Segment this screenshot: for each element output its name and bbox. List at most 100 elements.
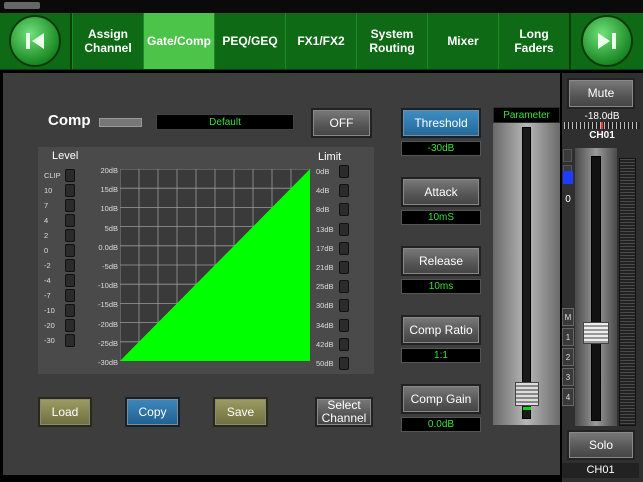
- graph-y-tick-label: -30dB: [97, 358, 118, 367]
- preset-name-field[interactable]: Default: [156, 114, 294, 130]
- tab-long-faders[interactable]: Long Faders: [498, 13, 570, 69]
- mute-button[interactable]: Mute: [567, 78, 635, 109]
- limit-meter-segment: [339, 203, 349, 217]
- tab-mixer[interactable]: Mixer: [427, 13, 499, 69]
- level-scale-label: -20: [44, 321, 55, 330]
- limit-scale-label: 34dB: [316, 320, 334, 330]
- limit-scale-label: 25dB: [316, 282, 334, 292]
- comp-gain-value: 0.0dB: [401, 417, 481, 432]
- graph-y-tick-label: 10dB: [100, 204, 118, 214]
- skip-forward-icon: [581, 15, 633, 67]
- limit-scale-label: 4dB: [316, 186, 330, 196]
- pan-marker: [601, 122, 603, 129]
- channel-footer-label: CH01: [562, 463, 639, 478]
- graph-y-tick-label: -5dB: [102, 262, 118, 271]
- graph-y-axis: 20dB 15dB 10dB 5dB 0.0dB -5dB -10dB -15dB -20dB -…: [74, 147, 120, 374]
- limit-meter-segment: [339, 337, 349, 351]
- parameter-label: Parameter: [493, 107, 560, 123]
- indicator-1: [563, 149, 572, 162]
- limit-meter-segment: [339, 184, 349, 198]
- level-scale-label: CLIP: [44, 171, 61, 180]
- limit-meter-segment: [339, 241, 349, 255]
- load-button[interactable]: Load: [38, 397, 92, 427]
- limit-scale-label: 42dB: [316, 339, 334, 349]
- graph-y-tick-label: -20dB: [97, 319, 118, 329]
- level-scale-label: -10: [44, 306, 55, 315]
- skip-back-icon: [9, 15, 61, 67]
- graph-y-tick-label: -25dB: [97, 338, 118, 348]
- channel-fader-knob[interactable]: [583, 322, 609, 344]
- parameter-fader-indicator: [523, 407, 531, 410]
- threshold-button[interactable]: Threshold: [401, 108, 481, 138]
- tab-peq-geq[interactable]: PEQ/GEQ: [214, 13, 286, 69]
- group-buttons: M 1 2 3 4: [562, 308, 575, 406]
- tab-fx1-fx2[interactable]: FX1/FX2: [285, 13, 357, 69]
- graph-y-tick-label: 20dB: [100, 166, 118, 175]
- level-scale-label: 10: [44, 186, 53, 195]
- limit-meter-segment: [339, 261, 349, 274]
- level-scale-label: 2: [44, 231, 49, 240]
- top-navigation: Assign Channel Gate/Comp PEQ/GEQ FX1/FX2…: [0, 13, 643, 70]
- channel-fader-track: [591, 156, 601, 421]
- graph-y-tick-label: -15dB: [97, 300, 118, 310]
- solo-button[interactable]: Solo: [567, 430, 635, 460]
- limit-scale-label: 13dB: [316, 224, 334, 234]
- tab-system-routing[interactable]: System Routing: [356, 13, 428, 69]
- channel-level-readout: -18.0dB: [584, 111, 620, 122]
- comp-gain-button[interactable]: Comp Gain: [401, 384, 481, 414]
- status-strip: [0, 0, 643, 13]
- level-scale-label: 4: [44, 216, 49, 225]
- pan-scale: [564, 122, 640, 129]
- graph-y-tick-label: 0.0dB: [98, 242, 118, 252]
- release-value: 10ms: [401, 279, 481, 294]
- pan-zero-label: 0: [565, 194, 571, 205]
- release-button[interactable]: Release: [401, 246, 481, 276]
- comp-title: Comp: [48, 112, 91, 129]
- attack-button[interactable]: Attack: [401, 177, 481, 207]
- select-channel-button[interactable]: Select Channel: [315, 397, 373, 427]
- limit-scale-label: 50dB: [316, 359, 334, 368]
- limit-meter-segment: [339, 165, 349, 178]
- prev-page-button[interactable]: [0, 13, 70, 69]
- group-button-3[interactable]: 3: [562, 368, 574, 386]
- graph-y-tick-label: 5dB: [104, 223, 118, 233]
- limit-scale-label: 0dB: [316, 167, 330, 176]
- limit-meter: 0dB 4dB 8dB 13dB 17dB 21dB 25dB 30dB 34dB 42dB 50d…: [310, 147, 372, 374]
- limit-meter-segment: [339, 357, 349, 370]
- group-button-4[interactable]: 4: [562, 388, 574, 406]
- selected-indicator: [563, 171, 573, 184]
- limit-scale-label: 21dB: [316, 263, 334, 272]
- save-button[interactable]: Save: [213, 397, 268, 427]
- level-scale-label: -2: [44, 261, 51, 270]
- threshold-value: -30dB: [401, 141, 481, 156]
- channel-meter: [619, 158, 636, 426]
- tab-gate-comp[interactable]: Gate/Comp: [143, 13, 215, 69]
- limit-scale-label: 30dB: [316, 301, 334, 311]
- copy-button[interactable]: Copy: [125, 397, 180, 427]
- graph-y-tick-label: -10dB: [97, 281, 118, 291]
- limit-scale-label: 17dB: [316, 243, 334, 253]
- level-scale-label: -30: [44, 336, 55, 345]
- parameter-fader-track: [522, 127, 531, 419]
- graph-y-tick-label: 15dB: [100, 185, 118, 195]
- group-button-2[interactable]: 2: [562, 348, 574, 366]
- group-button-M[interactable]: M: [562, 308, 574, 326]
- level-scale-label: -4: [44, 276, 51, 285]
- parameter-fader[interactable]: Parameter: [493, 107, 560, 425]
- comp-graph-panel: Level Limit CLIP 10 7 4 2 0 -2 -4 -7 -10 -20 -30 0d…: [38, 147, 374, 374]
- channel-name: CH01: [589, 130, 615, 141]
- comp-ratio-value: 1:1: [401, 348, 481, 363]
- parameter-fader-knob[interactable]: [515, 382, 539, 406]
- comp-off-button[interactable]: OFF: [311, 108, 372, 138]
- limit-meter-segment: [339, 222, 349, 236]
- next-page-button[interactable]: [571, 13, 643, 69]
- status-indicator: [4, 2, 40, 9]
- level-scale-label: 0: [44, 246, 49, 255]
- comp-ratio-button[interactable]: Comp Ratio: [401, 315, 481, 345]
- group-button-1[interactable]: 1: [562, 328, 574, 346]
- level-scale-label: -7: [44, 291, 51, 300]
- limit-scale-label: 8dB: [316, 205, 330, 215]
- tab-assign-channel[interactable]: Assign Channel: [72, 13, 144, 69]
- comp-indicator: [99, 118, 142, 127]
- channel-fader[interactable]: [575, 148, 617, 426]
